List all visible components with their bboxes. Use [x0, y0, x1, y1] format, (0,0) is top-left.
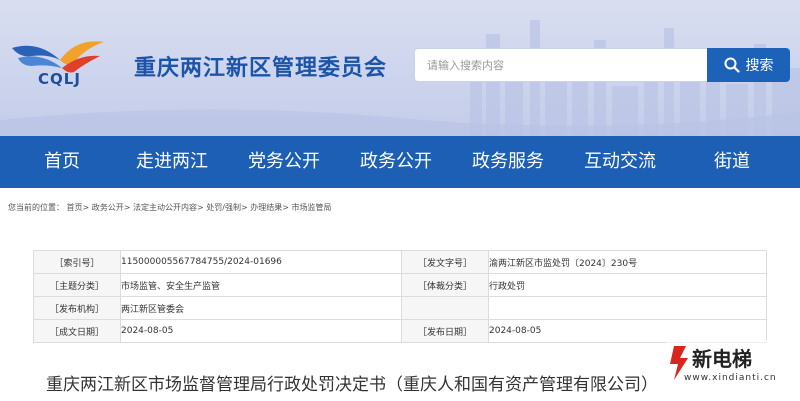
- empty-cell: [488, 296, 767, 320]
- search-icon: [724, 57, 740, 73]
- search-button[interactable]: 搜索: [707, 48, 790, 82]
- publisher-value: 两江新区管委会: [120, 296, 402, 320]
- nav-item-party-affairs[interactable]: 党务公开: [248, 136, 320, 188]
- table-row: ［发布机构］ 两江新区管委会: [33, 296, 767, 320]
- empty-cell: [401, 296, 489, 320]
- nav-item-about-liangjiang[interactable]: 走进两江: [136, 136, 208, 188]
- watermark-url: www.xindianti.cn: [684, 373, 777, 383]
- topic-category-label: ［主题分类］: [33, 273, 121, 297]
- nav-item-streets[interactable]: 街道: [714, 136, 750, 188]
- document-number-label: ［发文字号］: [401, 250, 489, 274]
- breadcrumb-statutory-disclosure[interactable]: 法定主动公开内容: [133, 203, 197, 212]
- breadcrumb-separator: >: [123, 203, 131, 212]
- written-date-value: 2024-08-05: [120, 319, 402, 343]
- table-row: ［成文日期］ 2024-08-05 ［发布日期］ 2024-08-05: [33, 319, 767, 343]
- table-row: ［索引号］ 115000005567784755/2024-01696 ［发文字…: [33, 250, 767, 274]
- nav-item-home[interactable]: 首页: [44, 136, 80, 188]
- topic-category-value: 市场监管、安全生产监管: [120, 273, 402, 297]
- breadcrumb-separator: >: [197, 203, 204, 212]
- breadcrumb-separator: >: [82, 203, 90, 212]
- logo-text: CQLJ: [38, 70, 81, 88]
- genre-category-label: ［体裁分类］: [401, 273, 489, 297]
- site-header: CQLJ 重庆两江新区管理委员会 搜索: [0, 0, 800, 136]
- breadcrumb-separator: >: [282, 203, 289, 212]
- search-box: [414, 48, 708, 82]
- search-input[interactable]: [415, 49, 697, 81]
- publish-date-label: ［发布日期］: [401, 319, 489, 343]
- breadcrumb-market-bureau[interactable]: 市场监管局: [292, 203, 332, 212]
- written-date-label: ［成文日期］: [33, 319, 121, 343]
- nav-item-government-affairs[interactable]: 政务公开: [360, 136, 432, 188]
- table-row: ［主题分类］ 市场监管、安全生产监管 ［体裁分类］ 行政处罚: [33, 273, 767, 297]
- main-nav: 首页 走进两江 党务公开 政务公开 政务服务 互动交流 街道: [0, 136, 800, 188]
- index-number-value: 115000005567784755/2024-01696: [120, 250, 402, 274]
- nav-item-interaction[interactable]: 互动交流: [584, 136, 656, 188]
- breadcrumb: 您当前的位置： 首页> 政务公开> 法定主动公开内容> 处罚/强制> 办理结果>…: [8, 202, 332, 213]
- breadcrumb-penalty[interactable]: 处罚/强制: [206, 203, 241, 212]
- search-button-label: 搜索: [745, 58, 774, 74]
- document-number-value: 渝两江新区市监处罚〔2024〕230号: [488, 250, 767, 274]
- watermark-brand: 新电梯: [692, 347, 752, 371]
- breadcrumb-separator: >: [241, 203, 248, 212]
- nav-item-government-services[interactable]: 政务服务: [472, 136, 544, 188]
- genre-category-value: 行政处罚: [488, 273, 767, 297]
- index-number-label: ［索引号］: [33, 250, 121, 274]
- breadcrumb-government-affairs[interactable]: 政务公开: [92, 203, 124, 212]
- document-info-table: ［索引号］ 115000005567784755/2024-01696 ［发文字…: [33, 250, 767, 343]
- document-title: 重庆两江新区市场监督管理局行政处罚决定书（重庆人和国有资产管理有限公司）: [46, 375, 658, 395]
- breadcrumb-home[interactable]: 首页: [67, 203, 83, 212]
- site-title[interactable]: 重庆两江新区管理委员会: [134, 50, 387, 82]
- breadcrumb-prefix: 您当前的位置：: [8, 203, 64, 212]
- breadcrumb-results[interactable]: 办理结果: [250, 203, 282, 212]
- publisher-label: ［发布机构］: [33, 296, 121, 320]
